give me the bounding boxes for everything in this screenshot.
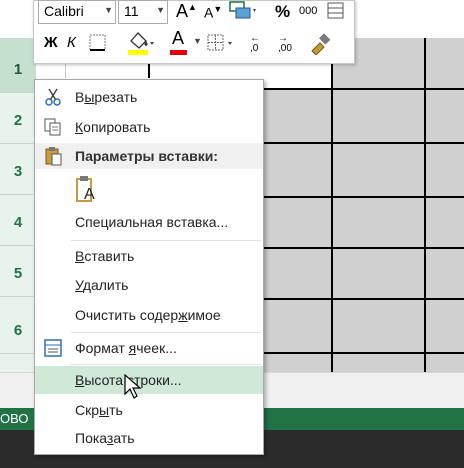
row-number: 1 [13,61,23,78]
menu-item-hide[interactable]: Скрыть [35,396,263,424]
row-header-4[interactable]: 4 [0,195,36,246]
menu-item-insert[interactable]: Вставить [35,242,263,270]
font-name-combo[interactable]: Calibri ▼ [38,0,116,24]
chevron-down-icon[interactable]: ▼ [156,5,165,15]
font-color-swatch [170,50,187,55]
thousands-separator-button[interactable]: 000 [299,5,317,17]
font-color-button[interactable]: A [172,28,184,49]
font-name-value: Calibri [44,3,84,19]
menu-item-clear-contents[interactable]: Очистить содержимое [35,301,263,329]
font-size-value: 11 [124,3,139,19]
context-menu: Вырезать Копировать Параметры вставки: A… [34,79,264,455]
format-painter-icon[interactable] [308,31,332,55]
format-table-icon[interactable] [326,1,346,21]
menu-item-unhide[interactable]: Показать [35,424,263,452]
format-cells-icon [44,339,62,357]
row-header-2[interactable]: 2 [0,93,36,144]
row-header-1[interactable]: 1 [0,38,36,93]
menu-item-label: Копировать [75,119,151,135]
menu-item-label: Вставить [75,248,135,264]
menu-item-label: Формат ячеек... [75,340,177,356]
grid-line [240,142,464,144]
row-number: 4 [13,214,23,231]
scissors-icon [45,88,61,106]
mouse-cursor-icon [124,374,142,399]
menu-separator [71,240,261,241]
grid-line [240,196,464,198]
paste-option-letter: A [84,186,95,203]
menu-item-row-height[interactable]: Высота строки... [35,366,263,394]
menu-item-cut[interactable]: Вырезать [35,83,263,111]
menu-item-copy[interactable]: Копировать [35,113,263,141]
row-number: 5 [13,265,23,282]
menu-item-delete[interactable]: Удалить [35,271,263,299]
chevron-down-icon[interactable]: ▼ [193,36,202,46]
grid-line [240,88,464,90]
menu-separator [71,364,261,365]
bold-button[interactable]: Ж [44,34,58,51]
row-number: 3 [13,163,23,180]
border-icon[interactable] [88,33,108,53]
italic-button[interactable]: К [67,34,76,51]
decrease-decimal-button[interactable]: → ,00 [278,34,292,54]
copy-icon [44,118,61,136]
decrease-font-button[interactable]: A▼ [204,4,222,21]
percent-button[interactable]: % [275,2,290,22]
mini-toolbar: Calibri ▼ 11 ▼ A▲ A▼ % 000 Ж К A ▼ ← ,0 →… [33,0,355,64]
menu-item-label: Удалить [75,277,129,293]
menu-item-paste-special[interactable]: Специальная вставка... [35,208,263,236]
increase-decimal-button[interactable]: ← ,0 [250,34,260,54]
increase-font-button[interactable]: A▲ [176,1,197,22]
grid-line [240,352,464,354]
status-text: ОВО [0,411,29,426]
menu-item-label: Параметры вставки: [75,148,218,164]
grid-line [240,247,464,249]
paste-icon [45,147,62,166]
menu-item-format-cells[interactable]: Формат ячеек... [35,334,263,362]
menu-item-label: Специальная вставка... [75,214,229,230]
number-format-icon[interactable] [228,1,258,21]
menu-item-label: Вырезать [75,89,138,105]
menu-item-label: Показать [75,430,135,446]
menu-item-label: Очистить содержимое [75,307,221,323]
menu-item-label: Скрыть [75,402,123,418]
font-size-combo[interactable]: 11 ▼ [118,0,168,24]
menu-separator [71,332,261,333]
row-header-6[interactable]: 6 [0,297,36,354]
fill-color-icon[interactable] [126,29,156,57]
row-header-7[interactable] [0,354,36,373]
paste-options-header: Параметры вставки: [35,143,263,169]
row-number: 2 [13,112,23,129]
row-header-5[interactable]: 5 [0,246,36,297]
paste-option-keep-text[interactable]: A [71,174,101,206]
row-header-3[interactable]: 3 [0,144,36,195]
chevron-down-icon[interactable]: ▼ [104,5,113,15]
grid-line [240,298,464,300]
borders-icon[interactable] [206,33,236,53]
row-number: 6 [13,322,23,339]
